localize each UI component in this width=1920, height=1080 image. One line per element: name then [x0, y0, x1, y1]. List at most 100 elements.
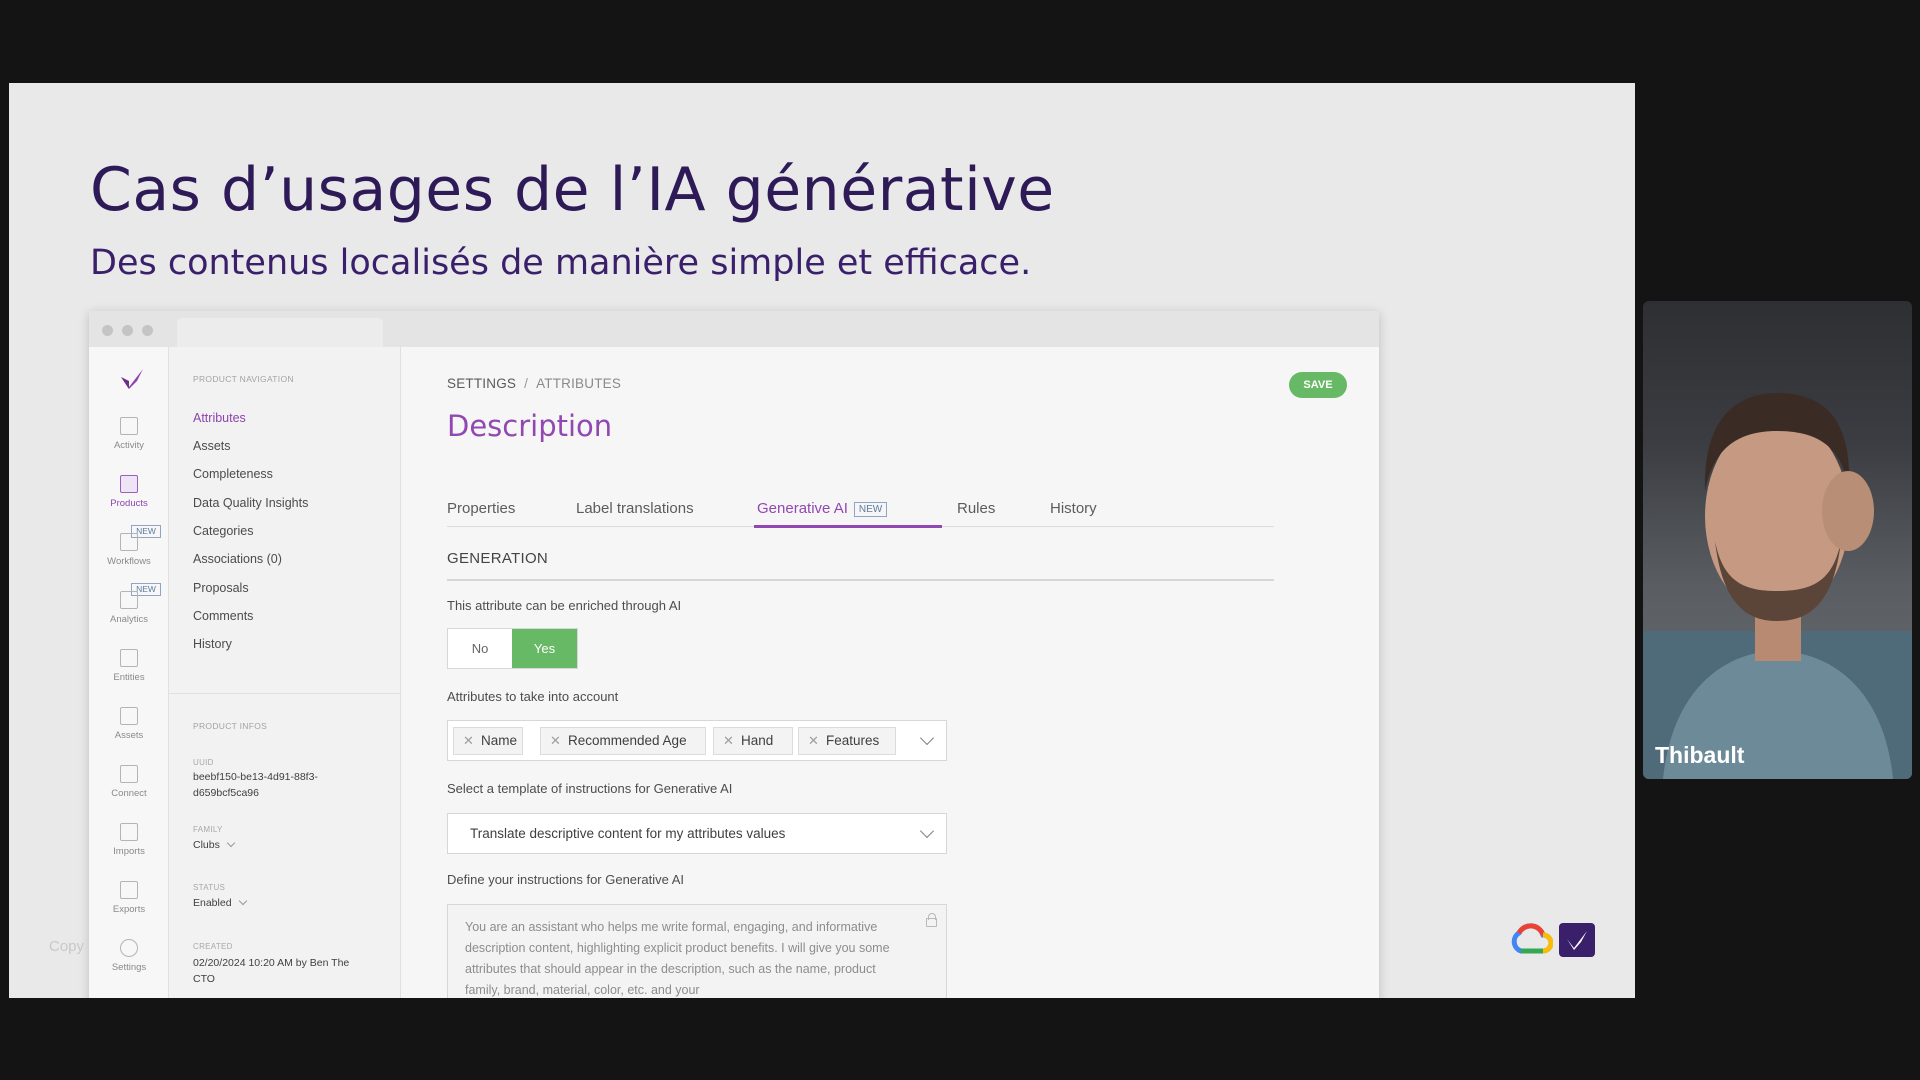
- nav-link-proposals[interactable]: Proposals: [193, 581, 249, 595]
- enrich-ai-label: This attribute can be enriched through A…: [447, 598, 682, 613]
- window-titlebar: [89, 311, 1379, 347]
- image-icon: [120, 707, 138, 725]
- rail-label: Activity: [113, 440, 145, 451]
- product-infos-title: PRODUCT INFOS: [193, 721, 268, 731]
- page-title: Description: [447, 409, 613, 443]
- status-value: Enabled: [193, 897, 232, 909]
- nav-divider: [169, 693, 401, 694]
- rail-item-activity[interactable]: Activity: [89, 417, 169, 451]
- link-icon: [120, 765, 138, 783]
- browser-tab[interactable]: [177, 318, 383, 347]
- bar-chart-icon: [120, 591, 138, 609]
- faint-footer-text: Copy: [49, 938, 85, 955]
- rail-item-analytics[interactable]: Analytics: [89, 591, 169, 625]
- family-label: FAMILY: [193, 825, 223, 834]
- instructions-text: You are an assistant who helps me write …: [465, 920, 890, 997]
- tab-history[interactable]: History: [1050, 500, 1097, 517]
- created-label: CREATED: [193, 942, 233, 951]
- rail-item-assets[interactable]: Assets: [89, 707, 169, 741]
- status-select[interactable]: Enabled: [193, 895, 247, 911]
- rail-label: Workflows: [107, 556, 151, 567]
- attributes-to-consider-label: Attributes to take into account: [447, 689, 619, 704]
- attribute-settings-main: SETTINGS / ATTRIBUTES SAVE Description Pro…: [401, 347, 1379, 998]
- akeneo-logo-icon: [1559, 923, 1595, 957]
- rail-label: Entities: [113, 672, 145, 683]
- status-label: STATUS: [193, 883, 226, 892]
- rail-item-imports[interactable]: Imports: [89, 823, 169, 857]
- active-tab-indicator: [754, 525, 942, 528]
- tab-properties[interactable]: Properties: [447, 500, 515, 517]
- rail-label: Analytics: [109, 614, 148, 625]
- uuid-value-line1: beebf150-be13-4d91-88f3-: [193, 771, 318, 783]
- rail-item-exports[interactable]: Exports: [89, 881, 169, 915]
- instructions-textarea[interactable]: You are an assistant who helps me write …: [447, 904, 947, 998]
- nav-link-categories[interactable]: Categories: [193, 524, 253, 538]
- window-dot-close: [102, 325, 113, 336]
- nav-link-data-quality-insights[interactable]: Data Quality Insights: [193, 496, 308, 510]
- clipboard-icon: [120, 475, 138, 493]
- template-select[interactable]: Translate descriptive content for my att…: [447, 813, 947, 854]
- presenter-video: Thibault: [1643, 301, 1912, 779]
- tab-rules[interactable]: Rules: [957, 500, 995, 517]
- rail-item-connect[interactable]: Connect: [89, 765, 169, 799]
- template-select-value: Translate descriptive content for my att…: [470, 826, 786, 841]
- nav-link-associations[interactable]: Associations (0): [193, 552, 282, 566]
- created-value-line1: 02/20/2024 10:20 AM by Ben The: [193, 957, 350, 969]
- upload-icon: [120, 881, 138, 899]
- chevron-down-icon[interactable]: [919, 730, 935, 746]
- chip-label: Name: [481, 733, 518, 748]
- nav-link-attributes[interactable]: Attributes: [193, 411, 246, 425]
- presenter-silhouette-icon: [1643, 393, 1912, 779]
- main-icon-rail: Activity Products NEW Workflows NEW Anal…: [89, 347, 169, 998]
- download-icon: [120, 823, 138, 841]
- rail-item-workflows[interactable]: Workflows: [89, 533, 169, 567]
- breadcrumb-separator: /: [524, 376, 529, 391]
- chevron-down-icon: [226, 838, 236, 848]
- rail-item-products[interactable]: Products: [89, 475, 169, 509]
- rail-label: Connect: [111, 788, 147, 799]
- chevron-down-icon: [919, 823, 935, 839]
- chip-features: ✕ Features: [798, 727, 896, 755]
- uuid-value-line2: d659bcf5ca96: [193, 787, 259, 799]
- lock-icon: [926, 913, 937, 927]
- window-dot-minimize: [122, 325, 133, 336]
- nav-link-completeness[interactable]: Completeness: [193, 467, 273, 481]
- akeneo-logo-icon[interactable]: [119, 367, 145, 391]
- tab-generative-ai-label: Generative AI: [757, 500, 848, 517]
- rail-label: Imports: [113, 846, 145, 857]
- template-label: Select a template of instructions for Ge…: [447, 781, 733, 796]
- enrich-ai-toggle: No Yes: [447, 628, 578, 669]
- rail-item-entities[interactable]: Entities: [89, 649, 169, 683]
- save-button[interactable]: SAVE: [1289, 372, 1347, 398]
- chevron-down-icon: [238, 896, 247, 906]
- breadcrumb-settings[interactable]: SETTINGS: [447, 376, 516, 391]
- rail-item-settings[interactable]: Settings: [89, 939, 169, 973]
- toggle-yes-option[interactable]: Yes: [512, 629, 577, 668]
- chip-hand: ✕ Hand: [713, 727, 793, 755]
- rail-label: Assets: [114, 730, 144, 741]
- breadcrumb-attributes[interactable]: ATTRIBUTES: [536, 376, 621, 391]
- chip-recommended-age: ✕ Recommended Age: [540, 727, 706, 755]
- chip-label: Features: [826, 733, 880, 748]
- tab-label-translations[interactable]: Label translations: [576, 500, 694, 517]
- nav-link-assets[interactable]: Assets: [193, 439, 231, 453]
- remove-chip-icon[interactable]: ✕: [550, 728, 561, 754]
- chip-name: ✕ Name: [453, 727, 523, 755]
- rail-label: Products: [110, 498, 148, 509]
- nav-link-history[interactable]: History: [193, 637, 232, 651]
- chip-label: Recommended Age: [568, 733, 687, 748]
- presenter-name: Thibault: [1655, 742, 1745, 768]
- tab-generative-ai[interactable]: Generative AI NEW: [757, 500, 888, 518]
- attributes-multiselect[interactable]: ✕ Name ✕ Recommended Age ✕ Hand ✕ Features: [447, 720, 947, 761]
- remove-chip-icon[interactable]: ✕: [723, 728, 734, 754]
- uuid-label: UUID: [193, 758, 214, 767]
- nav-section-title: PRODUCT NAVIGATION: [193, 374, 294, 384]
- remove-chip-icon[interactable]: ✕: [463, 728, 474, 754]
- google-cloud-logo-icon: [1511, 923, 1553, 954]
- toggle-no-option[interactable]: No: [448, 629, 512, 668]
- family-select[interactable]: Clubs: [193, 837, 236, 853]
- attribute-tabs: Properties Label translations Generative…: [447, 500, 1274, 528]
- chip-label: Hand: [741, 733, 774, 748]
- remove-chip-icon[interactable]: ✕: [808, 728, 819, 754]
- nav-link-comments[interactable]: Comments: [193, 609, 253, 623]
